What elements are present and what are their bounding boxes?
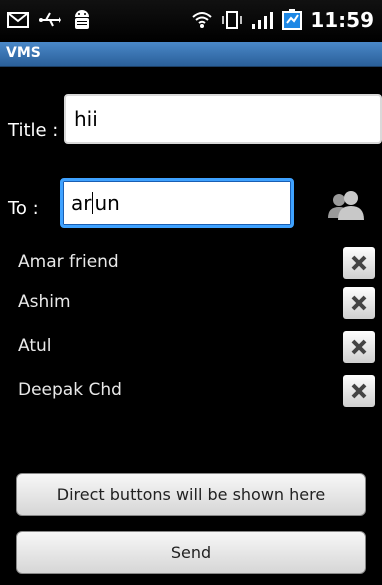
- battery-icon: [280, 8, 304, 32]
- to-label: To :: [8, 198, 39, 219]
- remove-recipient-button[interactable]: [343, 375, 375, 407]
- text-cursor: [92, 192, 94, 214]
- status-time: 11:59: [310, 8, 374, 32]
- to-input[interactable]: ar un: [60, 178, 294, 228]
- to-input-value-start: ar: [71, 191, 92, 215]
- recipient-row: Ashim: [0, 284, 382, 320]
- recipient-name: Atul: [18, 336, 52, 356]
- remove-recipient-button[interactable]: [343, 287, 375, 319]
- recipient-row: Atul: [0, 328, 382, 364]
- recipient-row: Deepak Chd: [0, 372, 382, 408]
- android-debug-icon: [70, 8, 94, 32]
- direct-buttons-button[interactable]: Direct buttons will be shown here: [16, 473, 366, 516]
- close-icon: [351, 383, 367, 399]
- app-title-bar: VMS: [0, 42, 382, 67]
- recipient-name: Deepak Chd: [18, 380, 122, 400]
- gmail-icon: [6, 8, 30, 32]
- recipient-row: Amar friend: [0, 244, 382, 280]
- close-icon: [351, 339, 367, 355]
- signal-icon: [250, 8, 274, 32]
- app-title: VMS: [6, 45, 41, 61]
- contacts-picker-icon[interactable]: [328, 190, 364, 220]
- title-label: Title :: [8, 120, 59, 141]
- recipient-name: Ashim: [18, 292, 71, 312]
- send-button[interactable]: Send: [16, 531, 366, 574]
- title-input-value: hii: [74, 107, 98, 131]
- status-bar: 11:59: [0, 0, 382, 42]
- remove-recipient-button[interactable]: [343, 331, 375, 363]
- wifi-icon: [190, 8, 214, 32]
- close-icon: [351, 255, 367, 271]
- vibrate-icon: [220, 8, 244, 32]
- title-input[interactable]: hii: [64, 94, 382, 144]
- recipient-name: Amar friend: [18, 252, 119, 272]
- close-icon: [351, 295, 367, 311]
- remove-recipient-button[interactable]: [343, 247, 375, 279]
- usb-icon: [38, 8, 62, 32]
- to-input-value-end: un: [94, 191, 120, 215]
